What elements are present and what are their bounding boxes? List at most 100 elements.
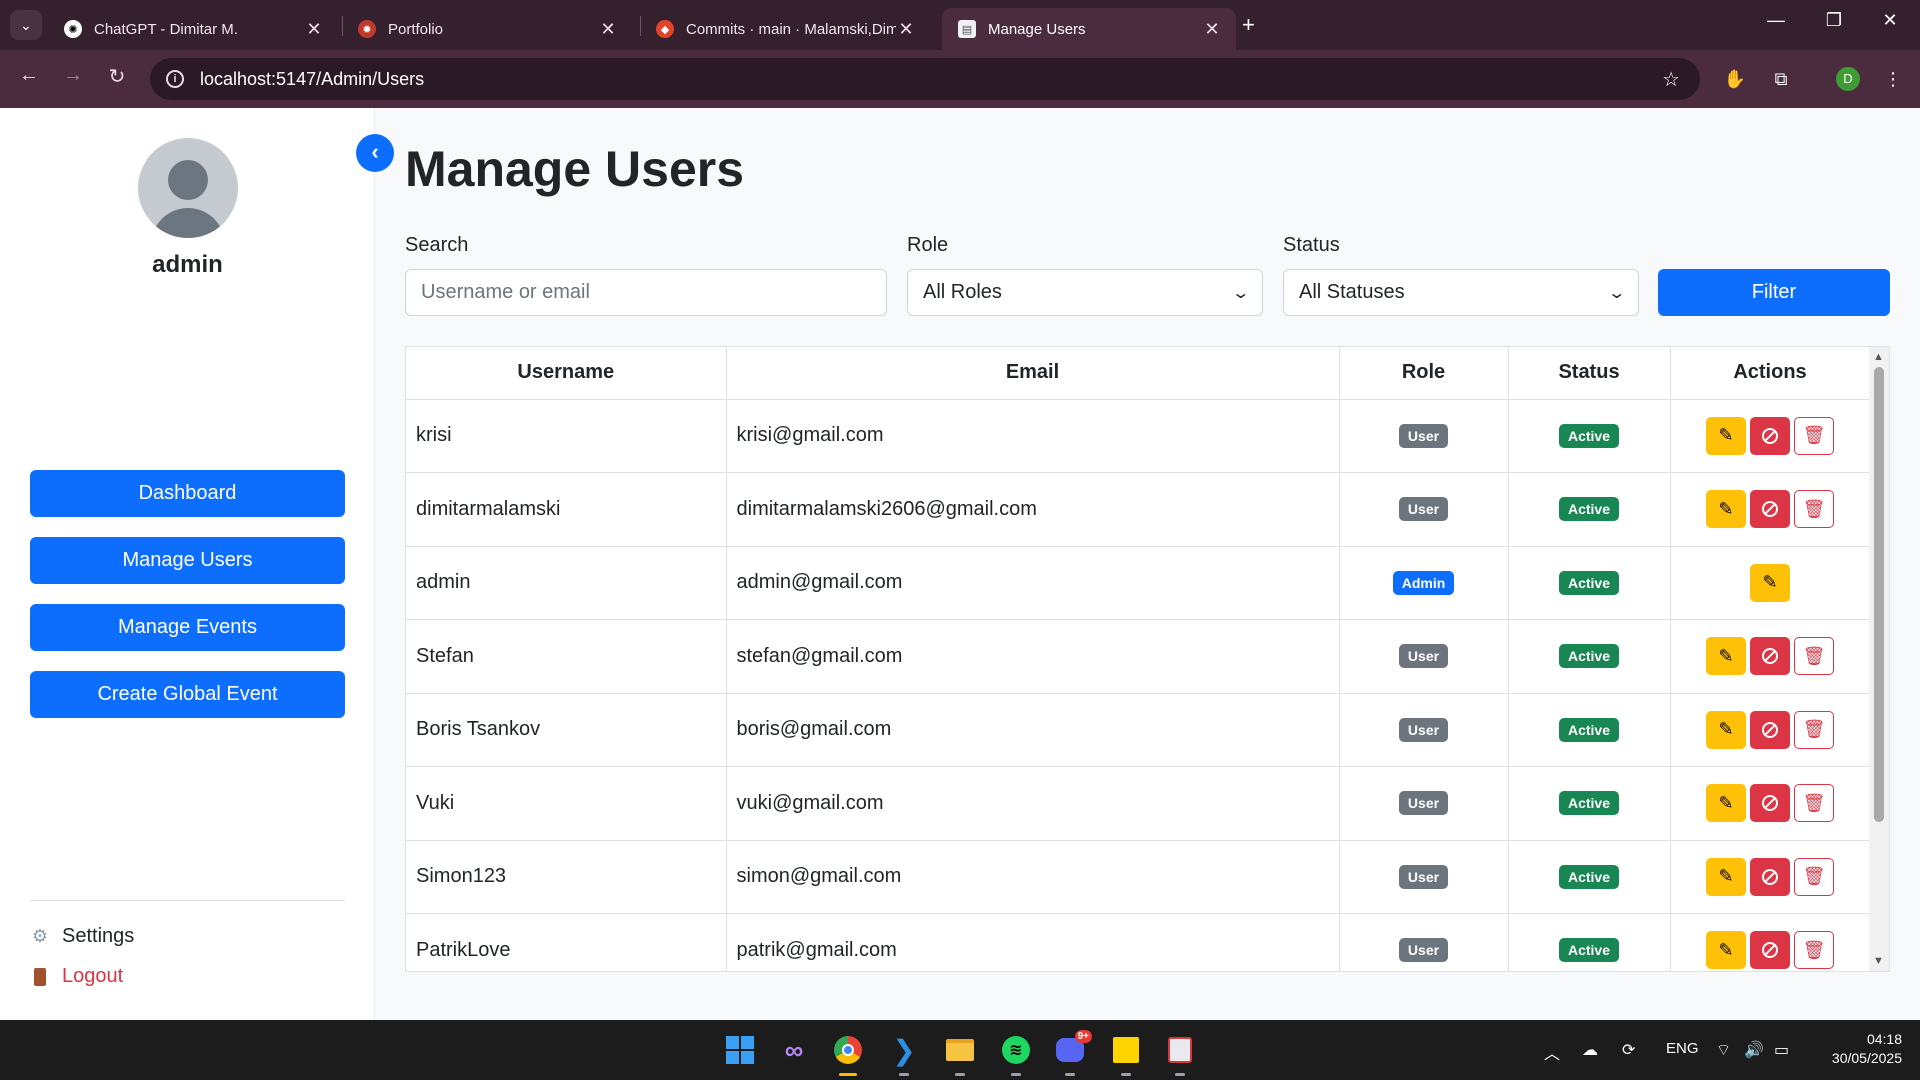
delete-trash-icon[interactable]: 🗑 [1794,857,1834,896]
windows-start-icon[interactable] [722,1032,758,1068]
edit-pencil-icon[interactable]: ✎ [1706,710,1746,749]
role-select[interactable]: All Roles ⌄ [907,269,1263,316]
cell-email: vuki@gmail.com [725,766,1340,841]
onedrive-cloud-icon[interactable]: ☁ [1582,1040,1598,1060]
spotify-icon[interactable]: ≋ [998,1032,1034,1076]
clock-time: 04:18 [1866,1031,1902,1047]
role-badge: User [1398,791,1449,816]
sidebar-item-create-global-event[interactable]: Create Global Event [30,671,345,718]
language-indicator[interactable]: ENG [1666,1040,1699,1057]
table-row: Stefan stefan@gmail.com User Active ✎ 🗑 [406,619,1871,694]
tab-search-chevron-icon[interactable]: ⌄ [10,10,42,40]
edit-pencil-icon[interactable]: ✎ [1706,490,1746,529]
volume-icon[interactable]: 🔊 [1744,1040,1764,1060]
role-select-value: All Roles [923,281,1002,303]
edit-pencil-icon[interactable]: ✎ [1706,784,1746,823]
restore-icon[interactable]: ❐ [1814,10,1854,31]
block-user-icon[interactable] [1750,931,1790,970]
scroll-up-arrow-icon[interactable]: ▲ [1873,351,1884,363]
cell-username: admin [406,545,727,620]
delete-trash-icon[interactable]: 🗑 [1794,416,1834,455]
bookmark-star-icon[interactable]: ☆ [1662,67,1680,92]
visual-studio-icon[interactable]: ∞ [776,1032,812,1068]
role-badge: User [1398,497,1449,522]
reload-icon[interactable]: ↻ [102,64,132,89]
role-badge: User [1398,864,1449,889]
logout-link[interactable]: Logout [30,965,123,988]
close-tab-icon[interactable]: ✕ [896,19,916,40]
profile-avatar[interactable]: D [1836,67,1860,91]
sidebar-item-manage-users[interactable]: Manage Users [30,537,345,584]
tab-chatgpt[interactable]: ✺ ChatGPT - Dimitar M. ✕ [48,8,338,50]
tab-gitlab-commits[interactable]: ◆ Commits · main · Malamski,Dim ✕ [640,8,930,50]
page-title: Manage Users [405,141,745,197]
edit-pencil-icon[interactable]: ✎ [1706,637,1746,676]
browser-menu-icon[interactable]: ⋮ [1880,66,1906,92]
sidebar-item-dashboard[interactable]: Dashboard [30,470,345,517]
battery-icon[interactable]: ▭ [1774,1040,1789,1060]
collapse-sidebar-chevron-icon[interactable]: ‹ [356,134,394,172]
block-user-icon[interactable] [1750,857,1790,896]
extensions-puzzle-icon[interactable]: ⧉ [1768,66,1794,92]
chevron-down-icon: ⌄ [1230,284,1250,302]
status-badge: Active [1558,570,1620,595]
tab-manage-users[interactable]: ▤ Manage Users ✕ [942,8,1236,50]
file-explorer-icon[interactable] [942,1032,978,1076]
scroll-down-arrow-icon[interactable]: ▼ [1873,955,1884,967]
sync-icon[interactable]: ⟳ [1622,1040,1635,1060]
table-scrollbar[interactable]: ▲ ▼ [1869,347,1889,971]
minimize-icon[interactable]: — [1756,10,1796,31]
block-user-icon[interactable] [1750,416,1790,455]
wifi-icon[interactable]: ⌔ [1716,1040,1731,1060]
windows-taskbar: ∞ ❯ ≋ 9+ ︿ ☁ ⟳ ENG ⌔ 🔊 ▭ 04:18 30/05/202… [0,1020,1920,1080]
delete-trash-icon[interactable]: 🗑 [1794,490,1834,529]
vscode-icon[interactable]: ❯ [886,1032,922,1076]
snipping-tool-icon[interactable] [1162,1032,1198,1076]
cell-username: Vuki [406,766,727,841]
role-label: Role [907,234,949,256]
delete-trash-icon[interactable]: 🗑 [1794,931,1834,970]
close-tab-icon[interactable]: ✕ [1202,19,1222,40]
block-user-icon[interactable] [1750,710,1790,749]
delete-trash-icon[interactable]: 🗑 [1794,784,1834,823]
close-window-icon[interactable]: ✕ [1870,10,1910,31]
search-input[interactable] [405,269,887,316]
system-clock[interactable]: 04:18 30/05/2025 [1810,1030,1902,1068]
door-icon [30,967,50,987]
show-hidden-icons-chevron-icon[interactable]: ︿ [1544,1040,1560,1064]
new-tab-plus-icon[interactable]: + [1242,12,1255,38]
address-bar[interactable]: i localhost:5147/Admin/Users ☆ [150,58,1700,100]
site-info-icon[interactable]: i [166,70,184,88]
users-table-container: Username Email Role Status Actions krisi… [405,346,1890,972]
chevron-down-icon: ⌄ [1606,284,1626,302]
sidebar-divider [30,900,345,901]
filter-button[interactable]: Filter [1658,269,1890,316]
block-user-icon[interactable] [1750,784,1790,823]
delete-trash-icon[interactable]: 🗑 [1794,710,1834,749]
search-label: Search [405,234,469,256]
back-arrow-icon[interactable]: ← [14,64,44,87]
scrollbar-thumb[interactable] [1874,367,1884,822]
forward-arrow-icon[interactable]: → [58,64,88,87]
delete-trash-icon[interactable]: 🗑 [1794,637,1834,676]
close-tab-icon[interactable]: ✕ [304,19,324,40]
sticky-notes-icon[interactable] [1108,1032,1144,1076]
tab-portfolio[interactable]: ✹ Portfolio ✕ [342,8,632,50]
edit-pencil-icon[interactable]: ✎ [1750,563,1790,602]
block-user-icon[interactable] [1750,490,1790,529]
status-select[interactable]: All Statuses ⌄ [1283,269,1639,316]
edit-pencil-icon[interactable]: ✎ [1706,416,1746,455]
close-tab-icon[interactable]: ✕ [598,19,618,40]
status-badge: Active [1558,717,1620,742]
edit-pencil-icon[interactable]: ✎ [1706,931,1746,970]
settings-link[interactable]: ⚙ Settings [30,925,134,948]
sidebar-item-manage-events[interactable]: Manage Events [30,604,345,651]
header-actions: Actions [1669,347,1871,400]
status-badge: Active [1558,497,1620,522]
edit-pencil-icon[interactable]: ✎ [1706,857,1746,896]
block-user-icon[interactable] [1750,637,1790,676]
chrome-icon[interactable] [830,1032,866,1076]
discord-icon[interactable]: 9+ [1052,1030,1092,1076]
extension-hand-icon[interactable]: ✋ [1722,66,1748,92]
table-row: Boris Tsankov boris@gmail.com User Activ… [406,692,1871,767]
